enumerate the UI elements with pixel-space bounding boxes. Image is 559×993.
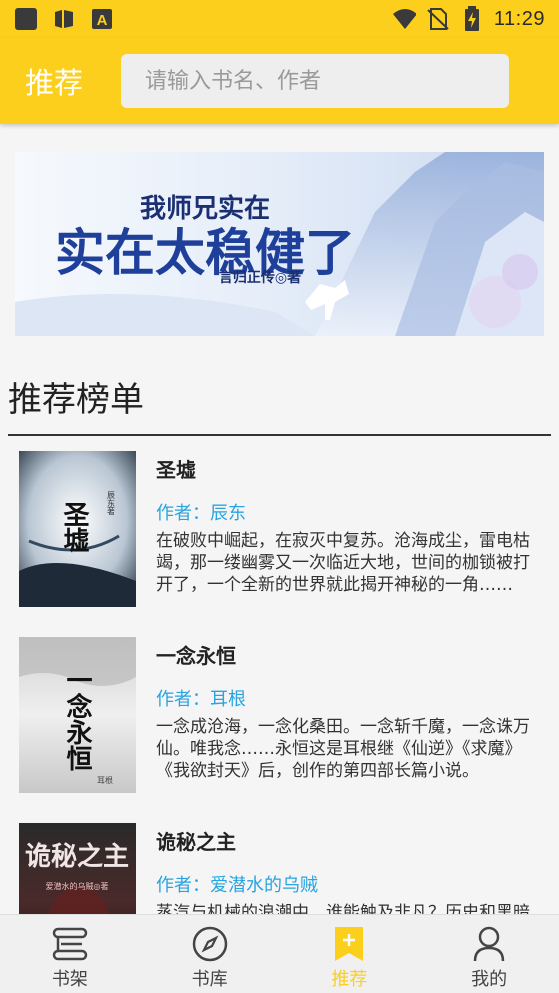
book-author[interactable]: 作者：耳根 xyxy=(156,685,246,711)
list-item-book[interactable]: 诡秘之主 爱潜水的乌贼◎著 诡秘之主 作者：爱潜水的乌贼 蒸汽与机械的浪潮中，谁… xyxy=(0,808,559,914)
nav-item-bookshelf[interactable]: 书架 xyxy=(0,915,140,993)
book-title: 圣墟 xyxy=(156,458,196,482)
app-bar: 推荐 xyxy=(0,38,559,124)
list-item-book[interactable]: 圣墟 辰东著 圣墟 作者：辰东 在破败中崛起，在寂灭中复苏。沧海成尘，雷电枯竭，… xyxy=(0,436,559,622)
search-input[interactable] xyxy=(145,68,509,94)
nav-label: 我的 xyxy=(471,969,508,990)
banner-title-line1: 我师兄实在 xyxy=(140,193,270,224)
app-square-icon xyxy=(14,7,38,31)
compass-icon xyxy=(191,925,229,963)
cover-author: 爱潜水的乌贼◎著 xyxy=(46,881,109,891)
book-cover: 一念永恒 耳根 xyxy=(19,637,136,793)
section-title: 推荐榜单 xyxy=(8,380,144,420)
nav-label: 推荐 xyxy=(331,969,368,990)
list-item-book[interactable]: 一念永恒 耳根 一念永恒 作者：耳根 一念成沧海，一念化桑田。一念斩千魔，一念诛… xyxy=(0,622,559,808)
banner-title-overlay: 我师兄实在 实在太稳健了 言归正传◎著 xyxy=(55,193,355,286)
nav-item-me[interactable]: 我的 xyxy=(419,915,559,993)
font-a-icon: A xyxy=(90,7,114,31)
cover-title: 圣墟 xyxy=(59,501,89,553)
nav-label: 书架 xyxy=(51,969,88,990)
nav-item-library[interactable]: 书库 xyxy=(140,915,280,993)
svg-text:A: A xyxy=(97,12,108,29)
book-cover: 圣墟 辰东著 xyxy=(19,451,136,607)
book-title: 一念永恒 xyxy=(156,644,236,668)
book-list: 圣墟 辰东著 圣墟 作者：辰东 在破败中崛起，在寂灭中复苏。沧海成尘，雷电枯竭，… xyxy=(0,436,559,914)
book-title: 诡秘之主 xyxy=(156,830,236,854)
bottom-nav: 书架 书库 推荐 我的 xyxy=(0,914,559,993)
nav-item-recommend[interactable]: 推荐 xyxy=(280,915,420,993)
book-cover: 诡秘之主 爱潜水的乌贼◎著 xyxy=(19,823,136,914)
cover-title: 一念永恒 xyxy=(62,667,92,771)
nav-label: 书库 xyxy=(191,969,228,990)
book-description: 一念成沧海，一念化桑田。一念斩千魔，一念诛万仙。唯我念……永恒这是耳根继《仙逆》… xyxy=(156,717,530,781)
status-bar: A 11:29 xyxy=(0,0,559,38)
book-author[interactable]: 作者：辰东 xyxy=(156,499,246,525)
person-icon xyxy=(470,925,508,963)
book-icon xyxy=(52,7,76,31)
battery-charging-icon xyxy=(460,6,484,31)
book-author[interactable]: 作者：爱潜水的乌贼 xyxy=(156,871,318,897)
status-time: 11:29 xyxy=(493,7,545,30)
banner-title-line2: 实在太稳健了 xyxy=(55,223,355,282)
screen: A 11:29 推荐 请输入书名、作者 我师兄实在 实在太稳健了 言归正传◎著 … xyxy=(0,0,559,993)
search-box[interactable] xyxy=(121,54,509,108)
cover-author: 辰东著 xyxy=(107,491,116,516)
wifi-icon xyxy=(392,7,416,31)
book-description: 蒸汽与机械的浪潮中，谁能触及非凡？历史和黑暗的迷雾里，又是谁在耳语？我从诡秘中醒… xyxy=(156,903,530,914)
cover-author: 耳根 xyxy=(97,775,113,785)
book-description: 在破败中崛起，在寂灭中复苏。沧海成尘，雷电枯竭，那一缕幽雾又一次临近大地，世间的… xyxy=(156,531,530,595)
banner-author-line: 言归正传◎著 xyxy=(219,269,301,286)
promo-banner[interactable]: 我师兄实在 实在太稳健了 言归正传◎著 xyxy=(15,152,544,336)
cover-title: 诡秘之主 xyxy=(25,841,129,872)
page-title: 推荐 xyxy=(25,66,84,100)
no-sim-icon xyxy=(426,7,450,31)
bookmark-plus-icon xyxy=(330,925,368,963)
bookshelf-icon xyxy=(51,925,89,963)
